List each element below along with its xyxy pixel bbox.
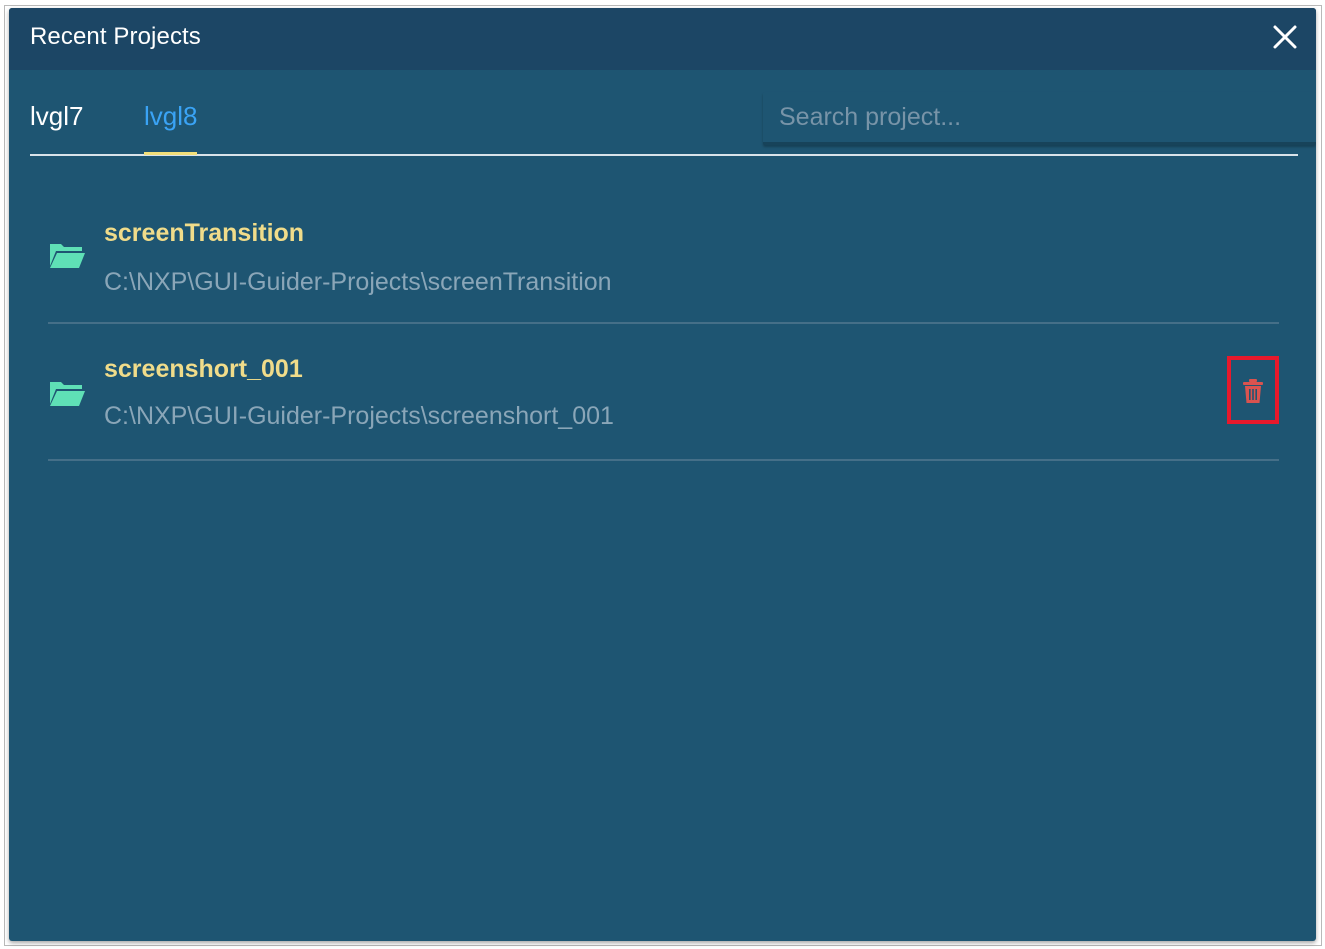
trash-icon	[1243, 379, 1263, 403]
delete-project-button[interactable]	[1227, 356, 1279, 424]
project-item-screenshort-001[interactable]: screenshort_001 C:\NXP\GUI-Guider-Projec…	[48, 324, 1279, 461]
dialog-titlebar: Recent Projects	[9, 8, 1316, 70]
tab-lvgl8[interactable]: lvgl8	[144, 101, 197, 132]
dialog-title: Recent Projects	[30, 23, 201, 50]
search-box	[763, 92, 1316, 145]
folder-open-icon	[50, 244, 85, 268]
tab-lvgl7[interactable]: lvgl7	[30, 101, 83, 132]
project-item-screentransition[interactable]: screenTransition C:\NXP\GUI-Guider-Proje…	[48, 186, 1279, 324]
project-path: C:\NXP\GUI-Guider-Projects\screenTransit…	[104, 268, 612, 296]
recent-projects-dialog: Recent Projects lvgl7 lvgl8 screenTransi…	[9, 8, 1316, 941]
project-path: C:\NXP\GUI-Guider-Projects\screenshort_0…	[104, 402, 614, 430]
search-input[interactable]	[763, 92, 1316, 142]
folder-open-icon	[50, 382, 85, 406]
project-name: screenTransition	[104, 219, 305, 247]
active-tab-indicator	[144, 152, 197, 155]
version-tabs: lvgl7 lvgl8	[30, 70, 1316, 156]
close-icon	[1273, 25, 1297, 49]
project-list: screenTransition C:\NXP\GUI-Guider-Proje…	[48, 186, 1279, 461]
project-name: screenshort_001	[104, 355, 303, 383]
close-button[interactable]	[1270, 22, 1300, 52]
